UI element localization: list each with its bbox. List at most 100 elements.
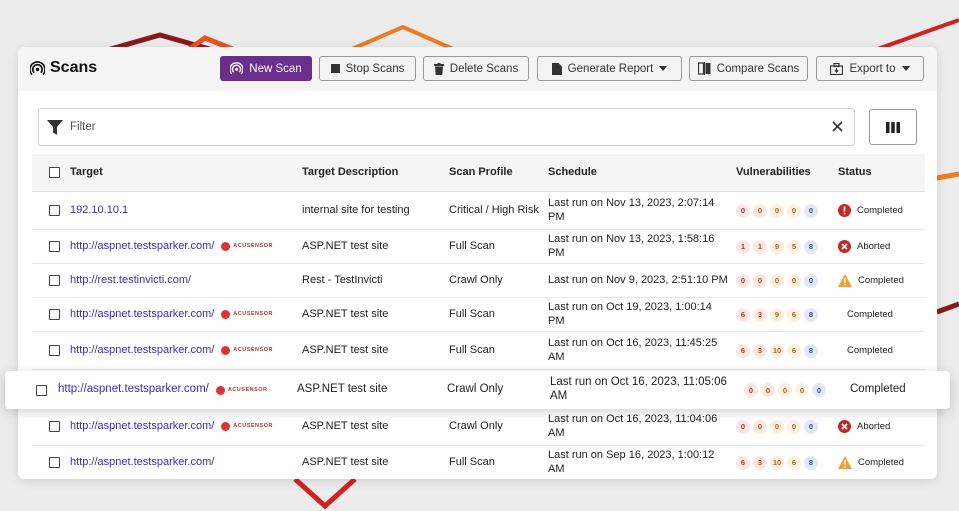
table-row[interactable]: 192.10.10.1 internal site for testing Crit…: [32, 192, 925, 230]
generate-report-label: Generate Report: [567, 62, 654, 75]
vuln-count-low[interactable]: 0: [787, 203, 801, 218]
target-link[interactable]: http://aspnet.testsparker.com/: [58, 383, 209, 397]
column-header-schedule[interactable]: Schedule: [548, 154, 728, 191]
status-label: Aborted: [857, 240, 891, 252]
select-all-checkbox[interactable]: [49, 167, 60, 178]
table-row[interactable]: http://aspnet.testsparker.com/ACUSENSOR A…: [32, 298, 925, 332]
vuln-count-high[interactable]: 0: [753, 273, 767, 288]
row-checkbox[interactable]: [49, 205, 60, 216]
vuln-count-high[interactable]: 3: [753, 307, 767, 322]
target-link[interactable]: http://aspnet.testsparker.com/: [70, 344, 214, 357]
acusensor-logo-icon: [221, 242, 231, 251]
vuln-count-medium[interactable]: 0: [770, 273, 784, 288]
table-body: 192.10.10.1 internal site for testing Crit…: [32, 192, 925, 479]
column-header-target[interactable]: Target: [70, 154, 103, 191]
vuln-count-high[interactable]: 1: [753, 239, 767, 254]
vuln-count-high[interactable]: 3: [753, 455, 767, 470]
vuln-count-high[interactable]: 0: [753, 419, 767, 434]
vuln-count-critical[interactable]: 6: [736, 307, 750, 322]
row-select-cell: [49, 408, 60, 445]
filter-input[interactable]: [70, 117, 810, 137]
row-checkbox[interactable]: [49, 421, 60, 432]
target-link[interactable]: http://rest.testinvicti.com/: [70, 274, 191, 287]
column-header-profile[interactable]: Scan Profile: [449, 154, 539, 191]
vuln-count-medium[interactable]: 0: [778, 383, 792, 397]
vuln-count-critical[interactable]: 0: [736, 203, 750, 218]
table-row[interactable]: http://aspnet.testsparker.com/ACUSENSOR A…: [32, 230, 925, 264]
vuln-count-info[interactable]: 8: [804, 343, 818, 358]
vuln-count-critical[interactable]: 0: [736, 273, 750, 288]
vuln-count-critical[interactable]: 6: [736, 343, 750, 358]
vuln-count-low[interactable]: 6: [787, 307, 801, 322]
vuln-count-info[interactable]: 0: [804, 419, 818, 434]
export-to-button[interactable]: Export to: [816, 56, 924, 81]
row-select-cell: [36, 371, 47, 409]
row-checkbox[interactable]: [36, 384, 47, 396]
target-link[interactable]: http://aspnet.testsparker.com/: [70, 420, 214, 433]
generate-report-button[interactable]: Generate Report: [537, 56, 682, 81]
target-link[interactable]: http://aspnet.testsparker.com/: [70, 240, 214, 253]
target-link[interactable]: http://aspnet.testsparker.com/: [70, 456, 214, 469]
row-checkbox[interactable]: [49, 457, 60, 468]
compare-scans-button[interactable]: Compare Scans: [689, 56, 808, 81]
vuln-count-high[interactable]: 0: [761, 383, 775, 397]
target-link[interactable]: 192.10.10.1: [70, 204, 128, 217]
caret-down-icon: [901, 66, 910, 71]
vuln-count-high[interactable]: 0: [753, 203, 767, 218]
scan-profile: Crawl Only: [447, 383, 504, 396]
status-label: Aborted: [857, 420, 891, 432]
column-header-status[interactable]: Status: [838, 154, 872, 191]
vuln-count-medium[interactable]: 9: [770, 239, 784, 254]
target-description: ASP.NET test site: [302, 239, 389, 252]
target-description: ASP.NET test site: [302, 343, 389, 356]
acusensor-label: ACUSENSOR: [233, 311, 273, 318]
vuln-count-info[interactable]: 0: [804, 203, 818, 218]
row-checkbox[interactable]: [49, 345, 60, 356]
new-scan-button[interactable]: New Scan: [220, 56, 312, 81]
vuln-count-medium[interactable]: 0: [770, 419, 784, 434]
aborted-icon: [838, 420, 851, 433]
row-checkbox[interactable]: [49, 241, 60, 252]
clear-icon[interactable]: [832, 121, 843, 132]
column-header-vulnerabilities[interactable]: Vulnerabilities: [736, 154, 811, 191]
vuln-count-critical[interactable]: 0: [736, 419, 750, 434]
table-row[interactable]: http://aspnet.testsparker.com/ASP.NET te…: [32, 446, 925, 479]
stop-scans-button[interactable]: Stop Scans: [319, 56, 416, 81]
vuln-count-info[interactable]: 0: [804, 273, 818, 288]
table-row[interactable]: http://aspnet.testsparker.com/ACUSENSOR A…: [32, 408, 925, 446]
target-link[interactable]: http://aspnet.testsparker.com/: [70, 308, 214, 321]
vulnerabilities-cell: 00000: [744, 371, 826, 409]
vuln-count-info[interactable]: 0: [812, 383, 826, 397]
vuln-count-critical[interactable]: 0: [744, 383, 758, 397]
vuln-count-info[interactable]: 8: [804, 455, 818, 470]
row-checkbox[interactable]: [49, 275, 60, 286]
table-row[interactable]: http://aspnet.testsparker.com/ACUSENSOR A…: [32, 332, 925, 370]
vulnerabilities-cell: 63968: [736, 298, 818, 331]
vuln-count-low[interactable]: 0: [795, 383, 809, 397]
vuln-count-critical[interactable]: 6: [736, 455, 750, 470]
vuln-count-info[interactable]: 8: [804, 239, 818, 254]
vuln-count-low[interactable]: 0: [787, 273, 801, 288]
column-header-description[interactable]: Target Description: [302, 154, 398, 191]
delete-scans-button[interactable]: Delete Scans: [423, 56, 529, 81]
highlighted-table-row[interactable]: http://aspnet.testsparker.com/ACUSENSOR A…: [5, 371, 950, 409]
vuln-count-low[interactable]: 6: [787, 343, 801, 358]
vuln-count-medium[interactable]: 10: [770, 455, 784, 470]
target-description: Rest - TestInvicti: [302, 273, 383, 286]
vuln-count-critical[interactable]: 1: [736, 239, 750, 254]
status-cell: Aborted: [838, 408, 890, 445]
row-checkbox[interactable]: [49, 309, 60, 320]
vuln-count-info[interactable]: 8: [804, 307, 818, 322]
filter-icon: [47, 120, 63, 135]
table-row[interactable]: http://rest.testinvicti.com/Rest - TestI…: [32, 264, 925, 298]
vuln-count-low[interactable]: 6: [787, 455, 801, 470]
vuln-count-medium[interactable]: 0: [770, 203, 784, 218]
column-chooser-button[interactable]: [869, 109, 917, 145]
vuln-count-medium[interactable]: 9: [770, 307, 784, 322]
vuln-count-low[interactable]: 5: [787, 239, 801, 254]
vuln-count-high[interactable]: 3: [753, 343, 767, 358]
vuln-count-low[interactable]: 0: [787, 419, 801, 434]
trash-icon: [433, 62, 444, 75]
target-description: ASP.NET test site: [302, 419, 389, 432]
vuln-count-medium[interactable]: 10: [770, 343, 784, 358]
